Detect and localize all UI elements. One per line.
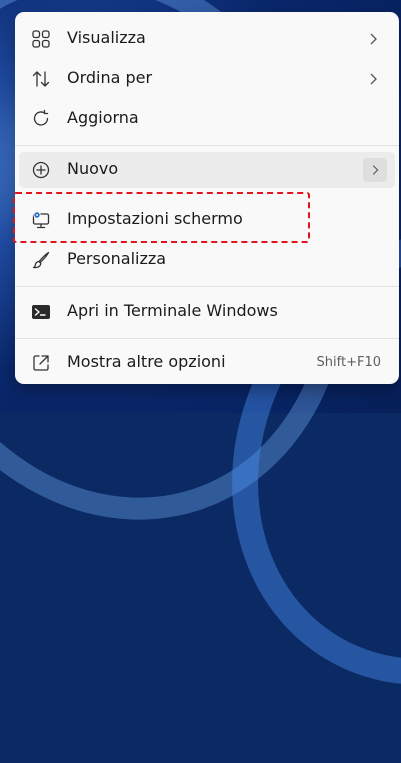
menu-separator xyxy=(15,286,399,287)
chevron-right-icon xyxy=(365,71,381,87)
menu-item-terminale[interactable]: Apri in Terminale Windows xyxy=(19,294,395,330)
keyboard-shortcut: Shift+F10 xyxy=(316,355,381,370)
menu-item-label: Mostra altre opzioni xyxy=(67,352,226,371)
highlight-annotation-box xyxy=(13,192,310,243)
brush-icon xyxy=(31,250,51,270)
menu-item-mostra-altre-opzioni[interactable]: Mostra altre opzioni Shift+F10 xyxy=(19,345,395,381)
chevron-right-icon xyxy=(365,31,381,47)
sort-icon xyxy=(31,69,51,89)
menu-item-label: Personalizza xyxy=(67,249,167,268)
terminal-icon xyxy=(31,302,51,322)
menu-item-visualizza[interactable]: Visualizza xyxy=(19,21,395,57)
menu-item-ordina-per[interactable]: Ordina per xyxy=(19,61,395,97)
menu-item-nuovo[interactable]: Nuovo xyxy=(19,152,395,188)
menu-separator xyxy=(15,145,399,146)
menu-item-label: Ordina per xyxy=(67,68,153,87)
grid-icon xyxy=(31,29,51,49)
menu-item-label: Nuovo xyxy=(67,159,119,178)
chevron-right-icon xyxy=(363,158,387,182)
refresh-icon xyxy=(31,109,51,129)
plus-circle-icon xyxy=(31,160,51,180)
menu-separator xyxy=(15,338,399,339)
menu-item-personalizza[interactable]: Personalizza xyxy=(19,242,395,278)
menu-item-label: Apri in Terminale Windows xyxy=(67,301,278,320)
menu-item-aggiorna[interactable]: Aggiorna xyxy=(19,101,395,137)
open-external-icon xyxy=(31,353,51,373)
menu-item-label: Visualizza xyxy=(67,28,146,47)
menu-item-label: Aggiorna xyxy=(67,108,139,127)
